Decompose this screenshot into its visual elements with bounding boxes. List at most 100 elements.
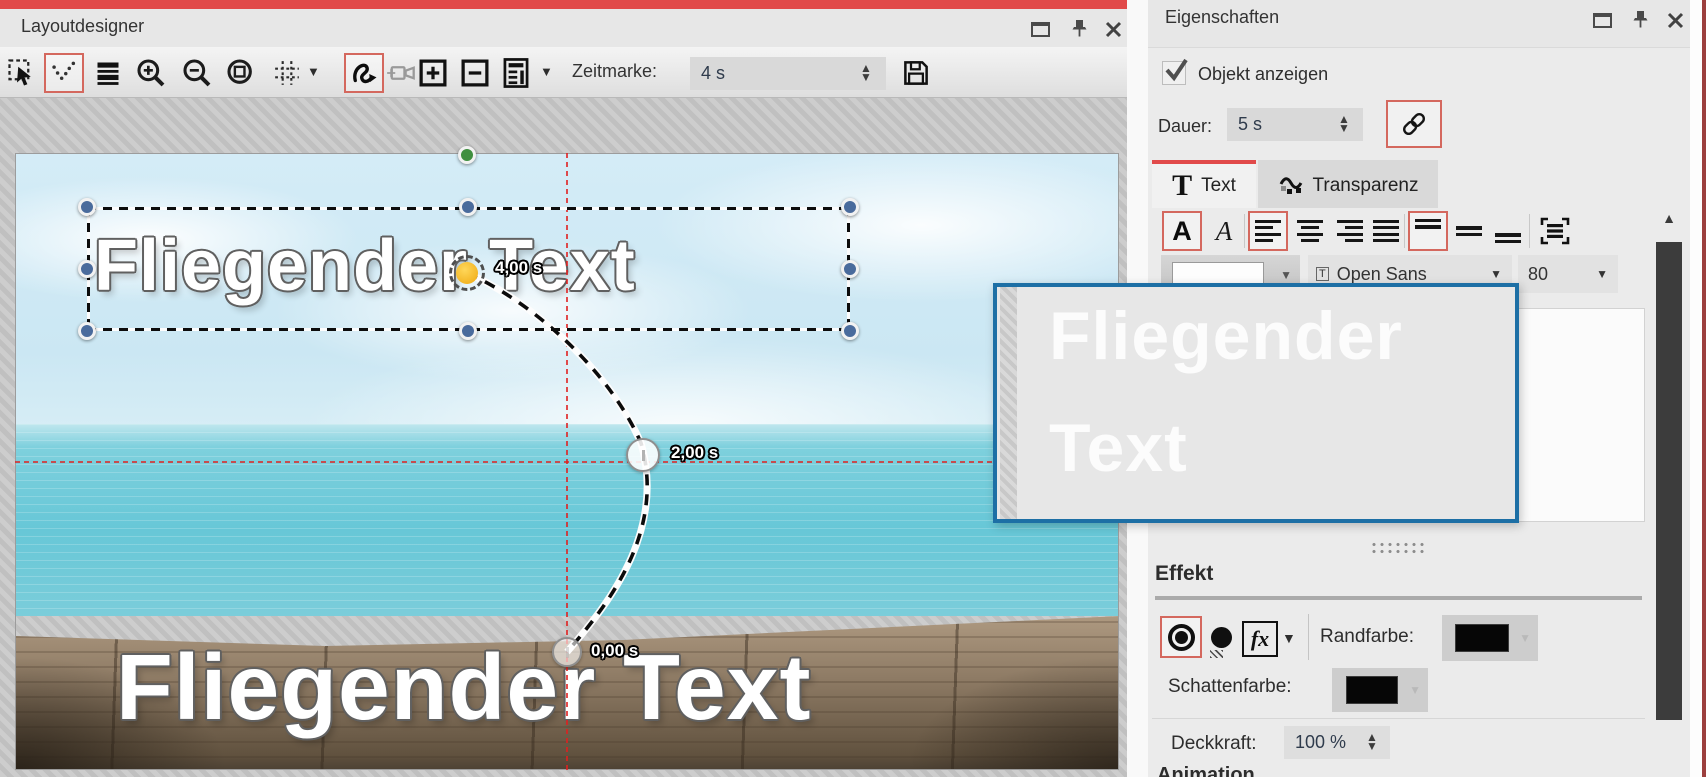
maximize-button[interactable] bbox=[1027, 17, 1053, 41]
pin-icon bbox=[1071, 19, 1088, 39]
zeitmarke-spinner[interactable]: ▲ ▼ bbox=[860, 64, 872, 81]
layoutdesigner-title: Layoutdesigner bbox=[21, 16, 144, 37]
randfarbe-label: Randfarbe: bbox=[1320, 626, 1414, 648]
section-splitter-handle[interactable] bbox=[1370, 541, 1424, 556]
bold-button[interactable]: A bbox=[1162, 211, 1202, 251]
resize-handle-sw[interactable] bbox=[78, 322, 96, 340]
save-view-button[interactable] bbox=[896, 53, 936, 93]
resize-handle-w[interactable] bbox=[78, 260, 96, 278]
objekt-anzeigen-checkbox[interactable] bbox=[1162, 61, 1186, 85]
shadow-effect-button[interactable] bbox=[1206, 622, 1236, 652]
font-family-value: Open Sans bbox=[1337, 264, 1427, 285]
resize-handle-e[interactable] bbox=[841, 260, 859, 278]
align-right-button[interactable] bbox=[1330, 211, 1370, 251]
layoutdesigner-toolbar: ▼ bbox=[0, 47, 1127, 98]
point-curve-icon bbox=[50, 59, 78, 87]
italic-button[interactable]: A bbox=[1204, 211, 1244, 251]
resize-handle-s[interactable] bbox=[459, 322, 477, 340]
select-tool-button[interactable] bbox=[2, 53, 42, 93]
scrollbar-thumb[interactable] bbox=[1656, 242, 1682, 720]
schattenfarbe-color-button[interactable]: ▼ bbox=[1332, 668, 1428, 712]
waypoint-0s[interactable] bbox=[552, 637, 582, 667]
resize-handle-se[interactable] bbox=[841, 322, 859, 340]
fit-text-button[interactable] bbox=[1535, 211, 1575, 251]
layout-options-button[interactable] bbox=[496, 53, 536, 93]
zoom-out-button[interactable] bbox=[177, 53, 217, 93]
scrollbar-up-arrow[interactable]: ▲ bbox=[1657, 210, 1681, 226]
align-left-icon bbox=[1255, 220, 1281, 242]
randfarbe-dropdown-arrow: ▼ bbox=[1519, 631, 1531, 645]
align-center-button[interactable] bbox=[1290, 211, 1330, 251]
fx-dropdown-arrow[interactable]: ▼ bbox=[1282, 630, 1296, 646]
link-duration-button[interactable] bbox=[1386, 100, 1442, 148]
spinner-down-icon[interactable]: ▼ bbox=[1338, 124, 1350, 133]
zoom-in-button[interactable] bbox=[131, 53, 171, 93]
camera-move-icon bbox=[386, 60, 416, 86]
close-icon bbox=[1667, 12, 1684, 29]
close-button[interactable] bbox=[1100, 17, 1126, 41]
valign-top-button[interactable] bbox=[1408, 211, 1448, 251]
resize-handle-n[interactable] bbox=[459, 198, 477, 216]
eigenschaften-titlebar[interactable]: Eigenschaften bbox=[1148, 0, 1706, 48]
spinner-down-icon[interactable]: ▼ bbox=[860, 73, 872, 82]
font-dropdown-arrow: ▼ bbox=[1490, 267, 1502, 281]
tab-text-label: Text bbox=[1201, 175, 1236, 197]
maximize-icon bbox=[1031, 22, 1050, 37]
tab-transparenz-label: Transparenz bbox=[1313, 175, 1419, 197]
align-left-button[interactable] bbox=[1248, 211, 1288, 251]
remove-object-button[interactable] bbox=[455, 53, 495, 93]
layout-canvas[interactable]: Fliegender Text Fliegender Text bbox=[15, 153, 1119, 770]
dauer-spinner[interactable]: ▲ ▼ bbox=[1338, 115, 1350, 132]
zoom-fit-button[interactable] bbox=[221, 53, 261, 93]
randfarbe-swatch bbox=[1455, 624, 1509, 652]
tab-transparenz[interactable]: Transparenz bbox=[1258, 160, 1438, 208]
resize-handle-nw[interactable] bbox=[78, 198, 96, 216]
zoom-out-icon bbox=[181, 57, 213, 89]
layout-list-icon bbox=[501, 57, 531, 89]
tab-text[interactable]: T Text bbox=[1152, 160, 1256, 208]
animation-heading-clipped: Animation bbox=[1157, 764, 1357, 777]
fx-effects-button[interactable]: fx bbox=[1242, 621, 1278, 657]
checkmark-icon bbox=[1162, 57, 1190, 83]
valign-middle-icon bbox=[1456, 219, 1482, 243]
spinner-down-icon[interactable]: ▼ bbox=[1366, 742, 1378, 751]
motion-path-tool-button[interactable] bbox=[344, 53, 384, 93]
valign-bottom-button[interactable] bbox=[1488, 211, 1528, 251]
zoom-fit-icon bbox=[225, 57, 257, 89]
canvas-text-object-end[interactable]: Fliegender Text bbox=[116, 634, 811, 741]
schattenfarbe-dropdown-arrow: ▼ bbox=[1409, 683, 1421, 697]
font-size-select[interactable]: 80 ▼ bbox=[1518, 255, 1618, 293]
zoom-in-icon bbox=[135, 57, 167, 89]
align-justify-button[interactable] bbox=[1366, 211, 1406, 251]
randfarbe-color-button[interactable]: ▼ bbox=[1442, 615, 1538, 661]
grid-button[interactable] bbox=[267, 53, 307, 93]
pin-button[interactable] bbox=[1066, 17, 1092, 41]
maximize-button[interactable] bbox=[1589, 8, 1615, 32]
pin-button[interactable] bbox=[1627, 8, 1653, 32]
fx-icon: fx bbox=[1251, 626, 1269, 652]
grid-dropdown-arrow[interactable]: ▼ bbox=[307, 64, 320, 79]
layout-dropdown-arrow[interactable]: ▼ bbox=[540, 64, 553, 79]
rotate-handle[interactable] bbox=[458, 146, 476, 164]
save-icon bbox=[901, 58, 931, 88]
add-object-button[interactable] bbox=[413, 53, 453, 93]
deckkraft-spinner[interactable]: ▲ ▼ bbox=[1366, 733, 1378, 750]
color-dropdown-arrow: ▼ bbox=[1280, 268, 1292, 282]
outline-effect-button[interactable] bbox=[1160, 616, 1202, 658]
keyframe-marker-4s[interactable] bbox=[449, 255, 485, 291]
close-button[interactable] bbox=[1662, 8, 1688, 32]
resize-handle-ne[interactable] bbox=[841, 198, 859, 216]
shadow-effect-icon bbox=[1211, 627, 1232, 648]
point-select-tool-button[interactable] bbox=[44, 53, 84, 93]
popup-preview-line2: Text bbox=[1049, 409, 1188, 487]
valign-middle-button[interactable] bbox=[1449, 211, 1489, 251]
deckkraft-label: Deckkraft: bbox=[1171, 733, 1257, 755]
layoutdesigner-titlebar[interactable]: Layoutdesigner bbox=[0, 9, 1127, 47]
select-tool-icon bbox=[7, 58, 37, 88]
layers-tool-button[interactable] bbox=[88, 53, 128, 93]
fit-text-icon bbox=[1540, 217, 1570, 245]
waypoint-2s[interactable] bbox=[626, 438, 660, 472]
zeitmarke-input[interactable]: 4 s bbox=[690, 57, 886, 90]
keyframe-label-4s: 4,00 s bbox=[495, 258, 542, 278]
keyframe-label-0s: 0,00 s bbox=[591, 641, 638, 661]
